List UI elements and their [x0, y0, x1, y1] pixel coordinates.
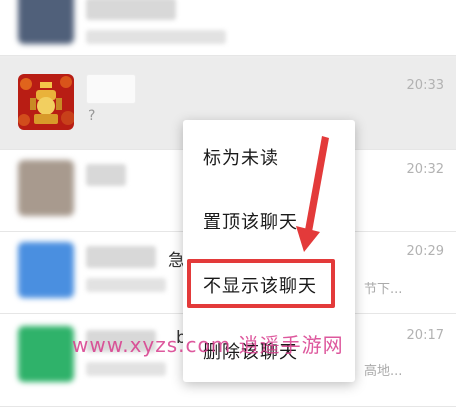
watermark: www.xyzs.com 逍遥手游网 [72, 333, 344, 357]
